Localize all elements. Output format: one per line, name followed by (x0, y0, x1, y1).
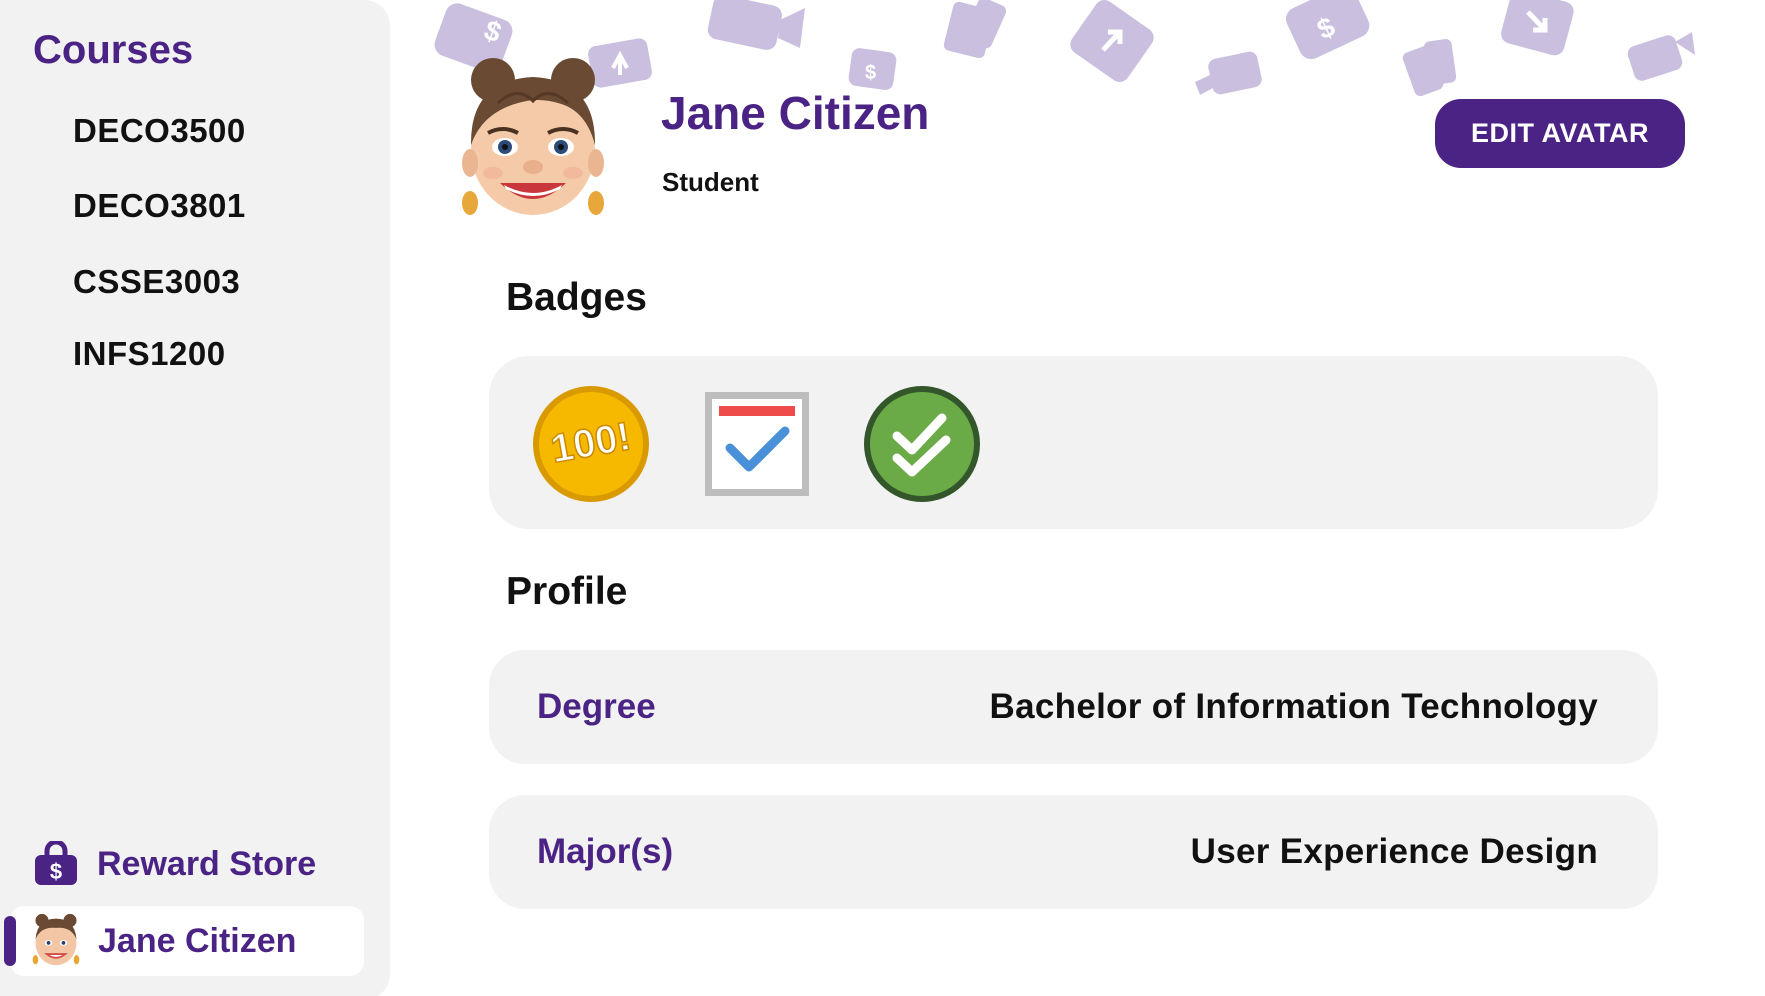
svg-text:$: $ (50, 859, 62, 884)
profile-value: Bachelor of Information Technology (989, 687, 1598, 726)
avatar (32, 913, 80, 966)
sidebar-item-reward-store[interactable]: $ Reward Store (33, 838, 316, 890)
sidebar-item-course[interactable]: CSSE3003 (73, 263, 240, 301)
profile-key: Major(s) (537, 832, 674, 871)
badges-panel: 100! (489, 356, 1658, 529)
svg-text:$: $ (1312, 11, 1340, 46)
profile-value: User Experience Design (1190, 832, 1598, 871)
profile-row-degree: Degree Bachelor of Information Technolog… (489, 650, 1658, 764)
double-check-badge-icon[interactable] (862, 384, 982, 504)
sidebar-item-course[interactable]: INFS1200 (73, 335, 226, 373)
sidebar: Courses DECO3500 DECO3801 CSSE3003 INFS1… (0, 0, 390, 996)
edit-avatar-button[interactable]: EDIT AVATAR (1435, 99, 1685, 168)
calendar-check-badge-icon[interactable] (697, 384, 817, 504)
courses-heading: Courses (33, 28, 194, 72)
svg-text:$: $ (480, 14, 506, 49)
profile-heading: Profile (506, 570, 628, 613)
sidebar-item-course[interactable]: DECO3500 (73, 112, 246, 150)
avatar (462, 58, 604, 215)
sidebar-item-profile[interactable]: Jane Citizen (4, 906, 364, 976)
profile-key: Degree (537, 687, 656, 726)
profile-row-major: Major(s) User Experience Design (489, 795, 1658, 909)
svg-text:$: $ (865, 62, 876, 84)
sidebar-item-course[interactable]: DECO3801 (73, 187, 246, 225)
profile-nav-label: Jane Citizen (98, 921, 297, 960)
badges-heading: Badges (506, 276, 647, 319)
user-role: Student (662, 167, 759, 197)
page-title: Jane Citizen (661, 87, 930, 139)
active-indicator (4, 916, 16, 966)
reward-store-label: Reward Store (97, 844, 317, 883)
decorative-background-icons: $ $ $ (434, 0, 1695, 97)
shopping-bag-icon: $ (35, 841, 77, 885)
hundred-badge-icon[interactable]: 100! (531, 384, 651, 504)
